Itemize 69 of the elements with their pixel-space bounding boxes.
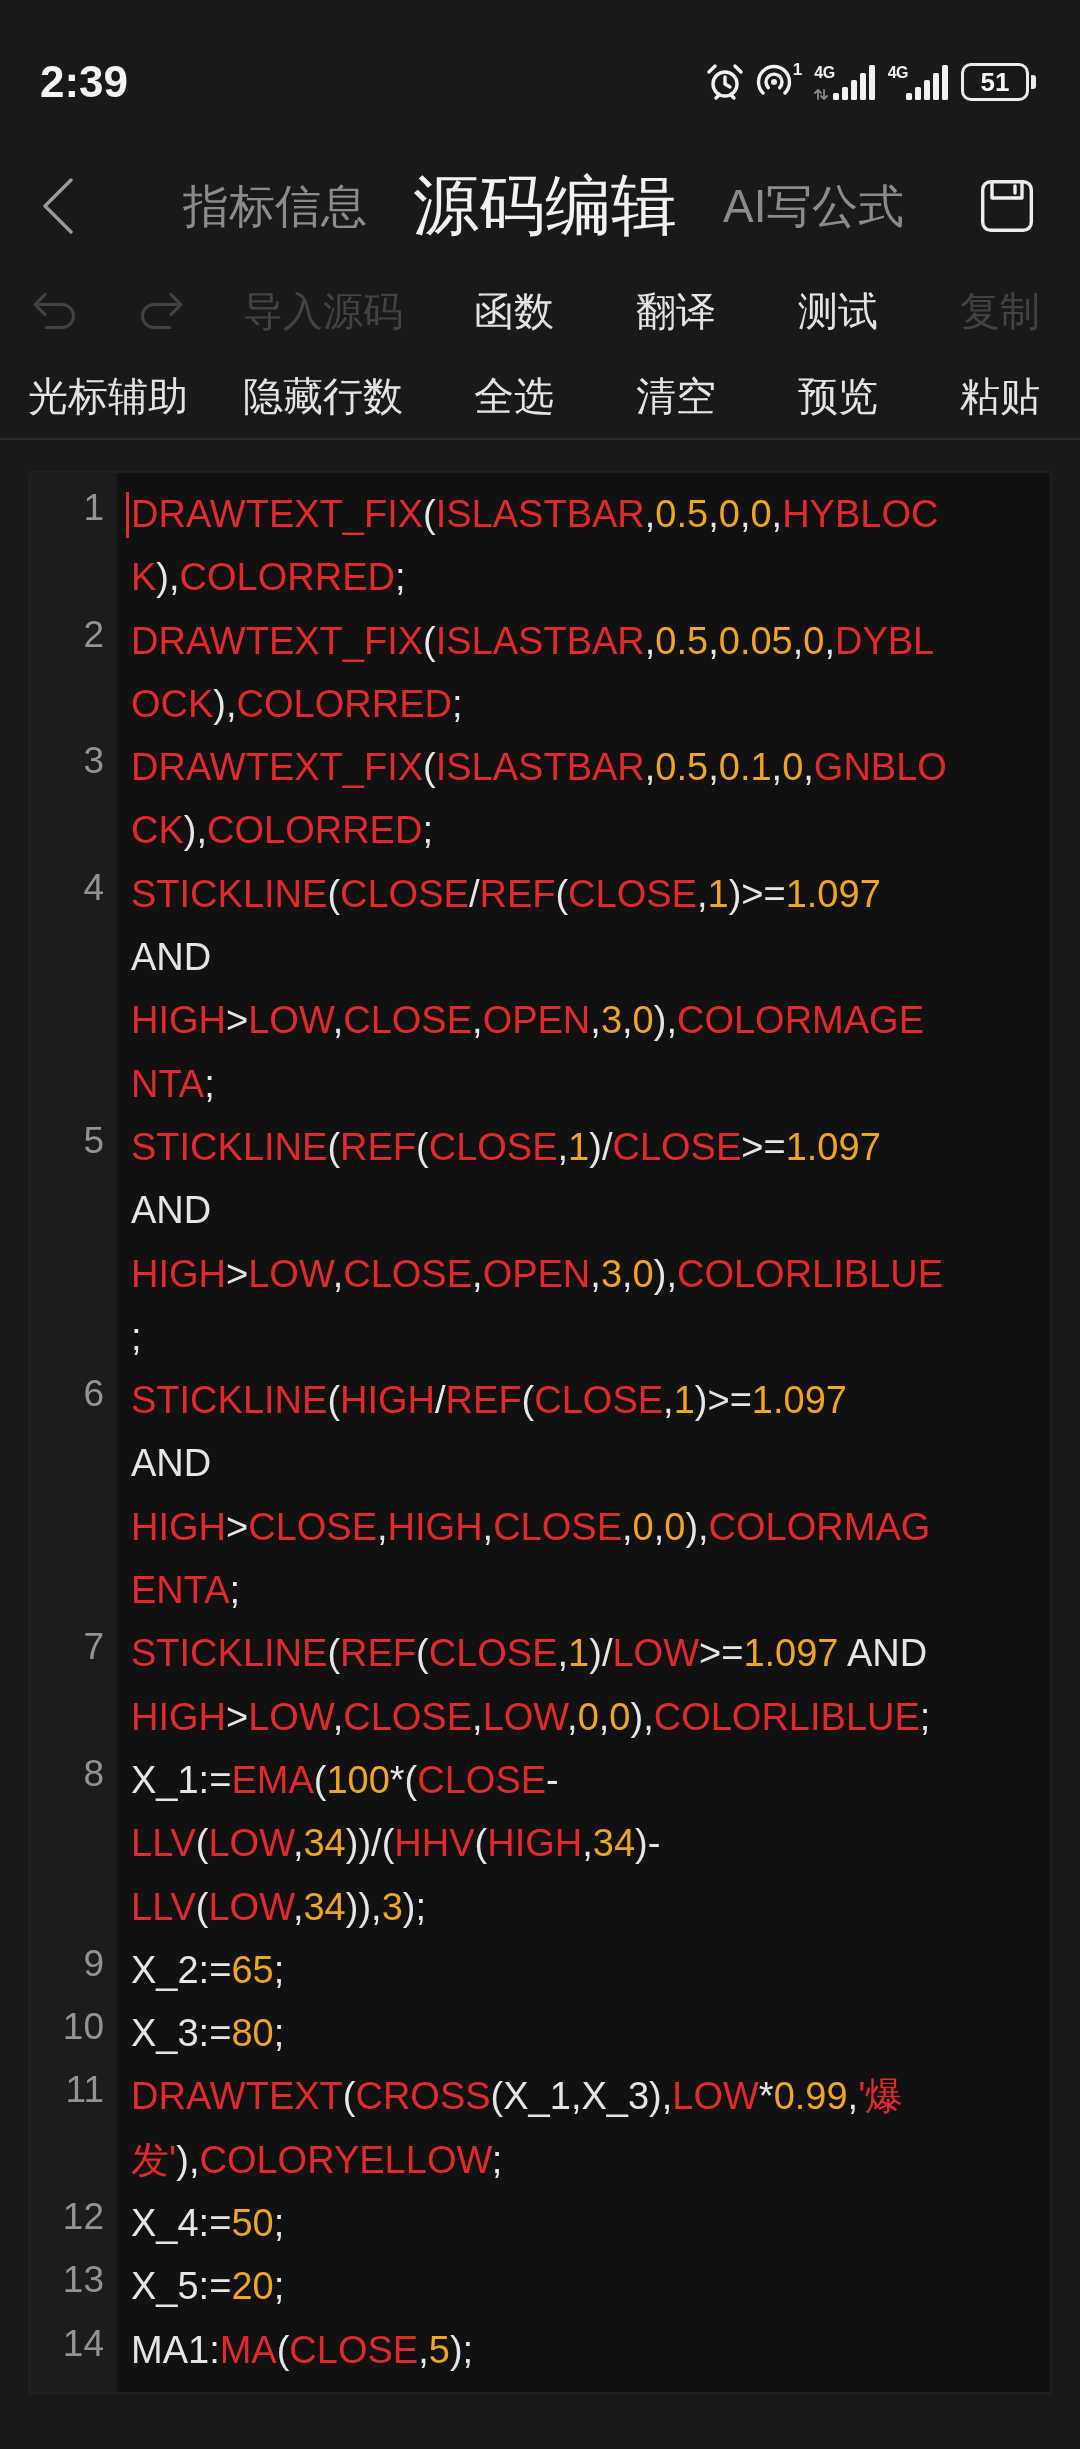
code-line: DRAWTEXT(CROSS(X_1,X_3),LOW*0.99,'爆: [131, 2074, 904, 2120]
line-number: 13: [62, 2258, 104, 2303]
toolbar-button[interactable]: 翻译: [636, 287, 716, 334]
line-number: 1: [83, 486, 104, 530]
code-line: LLV(LOW,34))/(HHV(HIGH,34)-: [131, 1821, 661, 1867]
alarm-clock-icon: [705, 63, 744, 101]
code-line: X_4:=50;: [131, 2201, 285, 2246]
code-line: HIGH>LOW,CLOSE,OPEN,3,0),COLORMAGE: [131, 998, 924, 1044]
status-time: 2:39: [40, 60, 129, 104]
code-line: DRAWTEXT_FIX(ISLASTBAR,0.5,0,0,HYBLOC: [131, 492, 939, 537]
code-line: K),COLORRED;: [131, 555, 406, 601]
code-line: AND: [131, 1441, 212, 1487]
code-line: STICKLINE(CLOSE/REF(CLOSE,1)>=1.097: [131, 871, 881, 917]
line-number: 10: [62, 2005, 104, 2050]
code-line: STICKLINE(REF(CLOSE,1)/LOW>=1.097 AND: [131, 1631, 928, 1677]
code-line: ;: [131, 1314, 142, 1360]
code-line: X_5:=20;: [131, 2264, 285, 2310]
line-number: 9: [83, 1941, 104, 1986]
toolbar-button[interactable]: 函数: [474, 287, 554, 334]
line-number: 8: [83, 1751, 104, 1796]
code-line: OCK),COLORRED;: [131, 681, 463, 727]
code-line: NTA;: [131, 1061, 215, 1107]
code-line: HIGH>CLOSE,HIGH,CLOSE,0,0),COLORMAG: [131, 1504, 931, 1550]
header-tab[interactable]: 源码编辑: [413, 168, 677, 244]
line-number: 7: [83, 1625, 104, 1670]
toolbar-button[interactable]: 全选: [474, 372, 554, 419]
toolbar-button[interactable]: 隐藏行数: [243, 372, 403, 419]
code-line: X_2:=65;: [131, 1947, 285, 1993]
code-line: STICKLINE(HIGH/REF(CLOSE,1)>=1.097: [131, 1378, 847, 1424]
code-line: HIGH>LOW,CLOSE,LOW,0,0),COLORLIBLUE;: [131, 1694, 931, 1740]
code-line: X_1:=EMA(100*(CLOSE-: [131, 1757, 559, 1803]
code-line: AND: [131, 1188, 212, 1234]
line-number: 4: [83, 865, 104, 910]
code-line: AND: [131, 935, 212, 981]
code-line: LLV(LOW,34)),3);: [131, 1884, 426, 1930]
toolbar-button[interactable]: 清空: [636, 372, 716, 419]
toolbar-button[interactable]: 测试: [798, 287, 878, 334]
code-line: DRAWTEXT_FIX(ISLASTBAR,0.5,0.05,0,DYBL: [131, 618, 935, 664]
save-icon: [981, 180, 1033, 232]
line-number: 2: [83, 612, 104, 657]
line-number: 3: [83, 739, 104, 784]
header-tab[interactable]: AI写公式: [723, 179, 905, 233]
network-type-label: 4G: [887, 64, 908, 81]
code-line: STICKLINE(REF(CLOSE,1)/CLOSE>=1.097: [131, 1124, 881, 1170]
code-line: HIGH>LOW,CLOSE,OPEN,3,0),COLORLIBLUE: [131, 1251, 944, 1297]
line-number: 5: [83, 1118, 104, 1163]
battery-indicator: 51: [961, 63, 1036, 101]
line-number: 12: [62, 2195, 104, 2239]
toolbar-button[interactable]: 粘贴: [960, 372, 1040, 419]
code-line: ENTA;: [131, 1568, 241, 1614]
back-button[interactable]: [43, 178, 73, 234]
code-line: X_3:=80;: [131, 2011, 285, 2057]
code-line: MA1:MA(CLOSE,5);: [131, 2327, 474, 2373]
line-number: 11: [65, 2068, 104, 2113]
network-type-label: 4G: [814, 64, 835, 81]
header-tab[interactable]: 指标信息: [183, 179, 367, 233]
code-line: CK),COLORRED;: [131, 808, 433, 854]
toolbar-button[interactable]: 光标辅助: [28, 372, 188, 419]
back-icon: [43, 178, 73, 234]
line-number: 6: [83, 1372, 104, 1417]
line-number: 14: [62, 2321, 104, 2366]
code-line: 发'),COLORYELLOW;: [131, 2137, 503, 2183]
undo-icon: [33, 292, 75, 329]
code-line: DRAWTEXT_FIX(ISLASTBAR,0.5,0.1,0,GNBLO: [131, 745, 947, 791]
redo-icon: [141, 292, 183, 329]
toolbar-button[interactable]: 预览: [798, 372, 878, 419]
code-editor-field[interactable]: [29, 471, 1052, 2394]
save-button[interactable]: [981, 180, 1033, 232]
hotspot-count: 1: [792, 61, 803, 78]
